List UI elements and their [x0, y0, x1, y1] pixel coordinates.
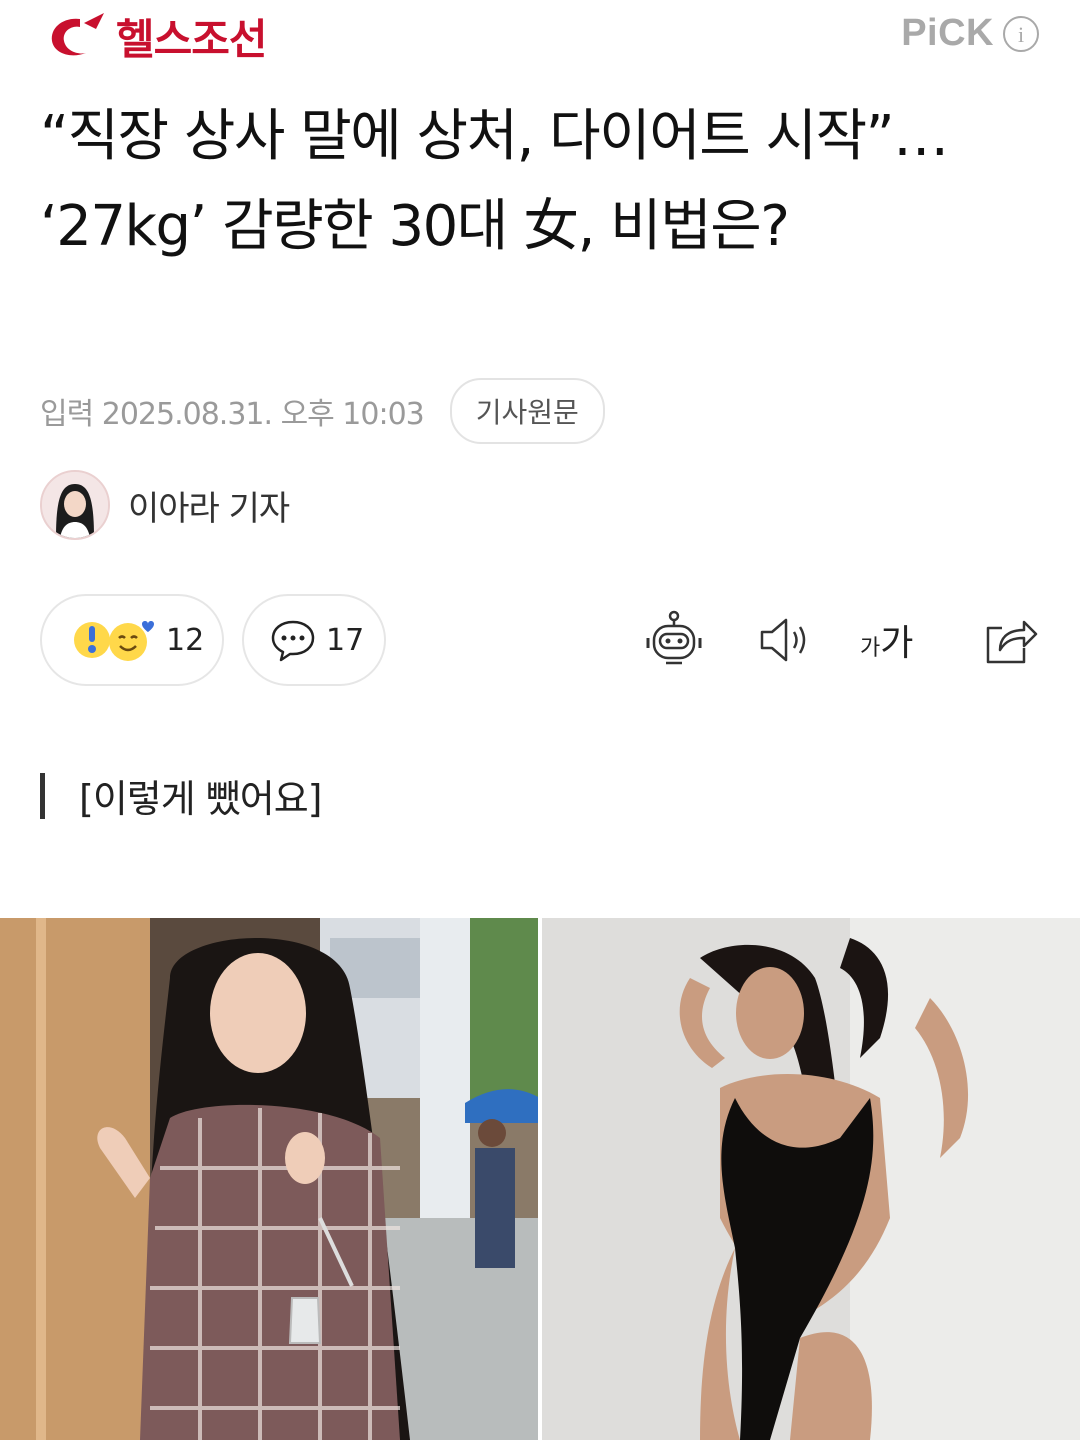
article-action-bar: 12 17 가가 — [40, 594, 1040, 690]
info-icon[interactable]: i — [1002, 15, 1040, 53]
photo-divider — [538, 918, 542, 1440]
before-photo — [0, 918, 540, 1440]
font-size-small-label: 가 — [860, 636, 881, 661]
reporter-avatar — [40, 470, 110, 540]
brand-logo-icon — [51, 12, 104, 55]
pick-badge[interactable]: PiCK i — [901, 12, 1040, 55]
before-after-photo — [0, 918, 1080, 1440]
font-size-large-label: 가 — [880, 623, 914, 664]
article-meta: 입력 2025.08.31. 오후 10:03 기사원문 — [40, 378, 605, 444]
font-size-button[interactable]: 가가 — [860, 614, 930, 678]
info-glyph: i — [1018, 22, 1024, 47]
robot-summary-icon[interactable] — [642, 608, 706, 672]
caption-bar — [40, 772, 45, 819]
publish-date: 입력 2025.08.31. 오후 10:03 — [40, 397, 425, 432]
article-headline: “직장 상사 말에 상처, 다이어트 시작”… ‘27kg’ 감량한 30대 女… — [40, 104, 949, 259]
after-photo — [540, 918, 1080, 1440]
comment-bubble-icon — [271, 620, 315, 662]
reaction-button[interactable]: 12 — [40, 594, 224, 686]
reporter-name: 이아라 기자 — [128, 488, 290, 529]
photo-caption: [이렇게 뺐어요] — [40, 768, 322, 823]
share-icon[interactable] — [978, 608, 1042, 672]
brand-logo[interactable]: 헬스조선 — [40, 6, 268, 67]
comment-button[interactable]: 17 — [242, 594, 386, 686]
brand-name: 헬스조선 — [116, 15, 268, 64]
reaction-count: 12 — [166, 622, 205, 658]
reporter-avatar-image — [42, 472, 108, 538]
reaction-emoji-icon — [74, 621, 154, 661]
original-article-button[interactable]: 기사원문 — [449, 378, 605, 444]
comment-count: 17 — [326, 622, 365, 658]
pick-label: PiCK — [901, 12, 994, 54]
speaker-icon[interactable] — [754, 608, 818, 672]
caption-text: [이렇게 뺐어요] — [79, 777, 322, 821]
app-header: 헬스조선 PiCK i — [0, 0, 1080, 70]
reporter-byline[interactable]: 이아라 기자 — [40, 470, 290, 540]
